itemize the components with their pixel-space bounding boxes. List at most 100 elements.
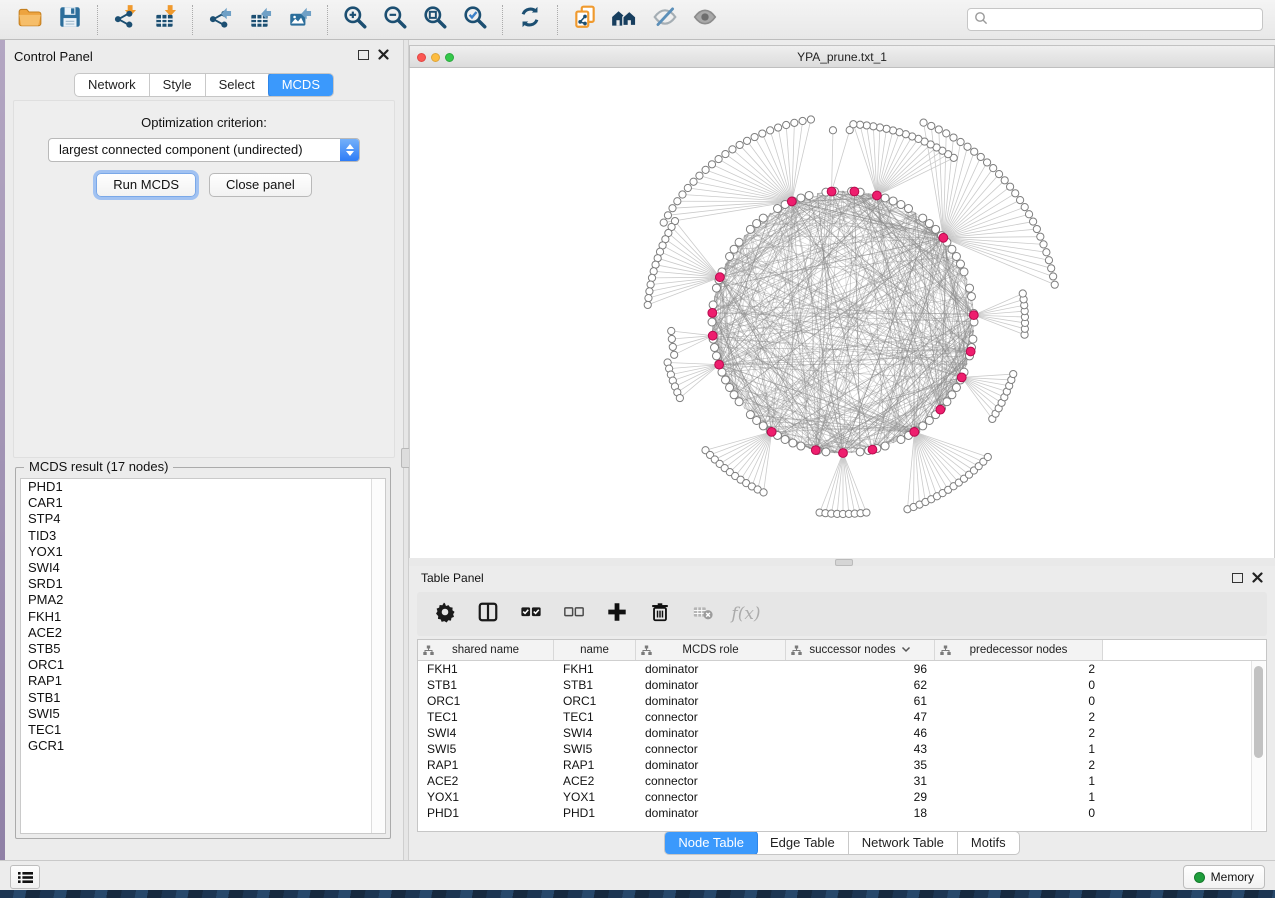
cell-mcds-role[interactable]: connector xyxy=(636,710,786,724)
tab-edge-table[interactable]: Edge Table xyxy=(757,832,849,854)
cell-name[interactable]: SWI5 xyxy=(554,742,636,756)
cell-name[interactable]: RAP1 xyxy=(554,758,636,772)
mcds-result-item[interactable]: CAR1 xyxy=(21,495,385,511)
splitter-grip[interactable] xyxy=(835,559,853,566)
cell-successor-nodes[interactable]: 96 xyxy=(786,662,935,676)
ring-node[interactable] xyxy=(711,344,719,352)
mcds-result-item[interactable]: YOX1 xyxy=(21,544,385,560)
close-panel-icon[interactable] xyxy=(1252,572,1263,583)
leaf-node[interactable] xyxy=(1051,281,1058,288)
column-header-shared-name[interactable]: shared name xyxy=(418,640,554,660)
leaf-node[interactable] xyxy=(690,178,697,185)
copy-network-view-button[interactable] xyxy=(565,3,605,37)
mcds-list-scrollbar[interactable] xyxy=(371,479,385,833)
import-table-button[interactable] xyxy=(145,3,185,37)
leaf-node[interactable] xyxy=(647,281,654,288)
leaf-node[interactable] xyxy=(669,343,676,350)
mcds-result-item[interactable]: SRD1 xyxy=(21,576,385,592)
cell-successor-nodes[interactable]: 62 xyxy=(786,678,935,692)
import-network-button[interactable] xyxy=(105,3,145,37)
leaf-node[interactable] xyxy=(990,165,997,172)
mcds-dominator-node[interactable] xyxy=(957,373,966,382)
leaf-node[interactable] xyxy=(850,121,857,128)
cell-successor-nodes[interactable]: 18 xyxy=(786,806,935,820)
ring-node[interactable] xyxy=(735,398,743,406)
mcds-result-item[interactable]: SWI4 xyxy=(21,560,385,576)
leaf-node[interactable] xyxy=(964,143,971,150)
zoom-in-button[interactable] xyxy=(335,3,375,37)
leaf-node[interactable] xyxy=(1030,218,1037,225)
table-row-ACE2[interactable]: ACE2ACE2connector311 xyxy=(418,773,1266,789)
create-column-button[interactable] xyxy=(605,602,629,626)
leaf-node[interactable] xyxy=(1012,190,1019,197)
leaf-node[interactable] xyxy=(920,119,927,126)
cell-name[interactable]: FKH1 xyxy=(554,662,636,676)
ring-node[interactable] xyxy=(881,194,889,202)
tab-network[interactable]: Network xyxy=(75,74,150,96)
cell-successor-nodes[interactable]: 47 xyxy=(786,710,935,724)
show-all-button[interactable] xyxy=(685,3,725,37)
mcds-dominator-node[interactable] xyxy=(708,331,717,340)
ring-node[interactable] xyxy=(948,391,956,399)
mcds-result-item[interactable]: TEC1 xyxy=(21,722,385,738)
table-row-ORC1[interactable]: ORC1ORC1dominator610 xyxy=(418,693,1266,709)
cell-shared-name[interactable]: YOX1 xyxy=(418,790,554,804)
ring-node[interactable] xyxy=(753,220,761,228)
ring-node[interactable] xyxy=(746,411,754,419)
leaf-node[interactable] xyxy=(984,453,991,460)
leaf-node[interactable] xyxy=(660,219,667,226)
cell-mcds-role[interactable]: dominator xyxy=(636,726,786,740)
cell-mcds-role[interactable]: dominator xyxy=(636,758,786,772)
save-session-button[interactable] xyxy=(50,3,90,37)
leaf-node[interactable] xyxy=(1001,177,1008,184)
show-all-columns-button[interactable] xyxy=(519,602,543,626)
leaf-node[interactable] xyxy=(1037,233,1044,240)
hide-all-columns-button[interactable] xyxy=(562,602,586,626)
float-panel-icon[interactable] xyxy=(358,50,369,60)
cell-successor-nodes[interactable]: 31 xyxy=(786,774,935,788)
ring-node[interactable] xyxy=(952,253,960,261)
leaf-node[interactable] xyxy=(935,126,942,133)
ring-node[interactable] xyxy=(919,422,927,430)
cell-predecessor-nodes[interactable]: 1 xyxy=(935,774,1103,788)
tab-node-table[interactable]: Node Table xyxy=(664,831,758,855)
leaf-node[interactable] xyxy=(1006,183,1013,190)
leaf-node[interactable] xyxy=(1021,203,1028,210)
network-canvas[interactable] xyxy=(409,68,1275,558)
search-input[interactable] xyxy=(967,8,1263,31)
leaf-node[interactable] xyxy=(957,138,964,145)
leaf-node[interactable] xyxy=(644,301,651,308)
leaf-node[interactable] xyxy=(977,153,984,160)
cell-predecessor-nodes[interactable]: 2 xyxy=(935,758,1103,772)
leaf-node[interactable] xyxy=(995,171,1002,178)
ring-node[interactable] xyxy=(805,191,813,199)
memory-button[interactable]: Memory xyxy=(1183,865,1265,889)
leaf-node[interactable] xyxy=(856,121,863,128)
column-header-MCDS-role[interactable]: MCDS role xyxy=(636,640,786,660)
ring-node[interactable] xyxy=(897,435,905,443)
ring-node[interactable] xyxy=(932,225,940,233)
task-history-button[interactable] xyxy=(10,865,40,889)
mcds-result-item[interactable]: GCR1 xyxy=(21,738,385,754)
table-row-FKH1[interactable]: FKH1FKH1dominator962 xyxy=(418,661,1266,677)
mcds-dominator-node[interactable] xyxy=(936,405,945,414)
cell-mcds-role[interactable]: dominator xyxy=(636,662,786,676)
ring-node[interactable] xyxy=(960,268,968,276)
mcds-result-item[interactable]: RAP1 xyxy=(21,673,385,689)
ring-node[interactable] xyxy=(969,335,977,343)
leaf-node[interactable] xyxy=(791,119,798,126)
cell-mcds-role[interactable]: connector xyxy=(636,742,786,756)
ring-node[interactable] xyxy=(753,416,761,424)
ring-node[interactable] xyxy=(759,214,767,222)
cell-shared-name[interactable]: SWI5 xyxy=(418,742,554,756)
leaf-node[interactable] xyxy=(863,509,870,516)
leaf-node[interactable] xyxy=(1043,249,1050,256)
ring-node[interactable] xyxy=(735,238,743,246)
cell-successor-nodes[interactable]: 46 xyxy=(786,726,935,740)
leaf-node[interactable] xyxy=(870,123,877,130)
ring-node[interactable] xyxy=(822,448,830,456)
leaf-node[interactable] xyxy=(669,205,676,212)
zoom-fit-button[interactable] xyxy=(415,3,455,37)
cell-successor-nodes[interactable]: 29 xyxy=(786,790,935,804)
cell-predecessor-nodes[interactable]: 0 xyxy=(935,694,1103,708)
